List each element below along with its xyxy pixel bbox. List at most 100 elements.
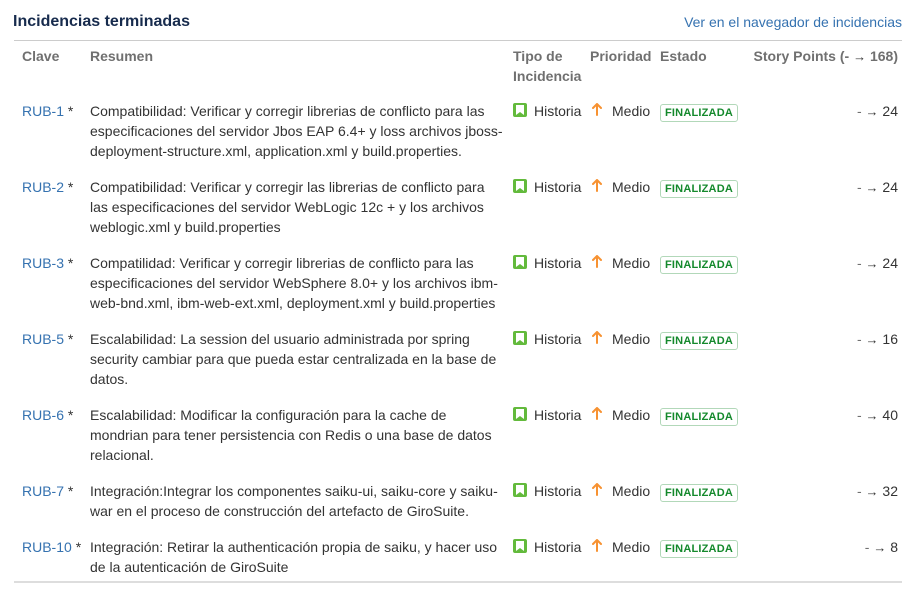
priority-cell: Medio [590,161,660,237]
table-row: RUB-10 * Integración: Retirar la authent… [14,521,902,577]
panel-title: Incidencias terminadas [13,13,190,30]
changed-marker: * [67,179,74,195]
story-bookmark-icon [513,103,527,117]
status-badge: FINALIZADA [660,104,738,122]
status-badge: FINALIZADA [660,180,738,198]
story-points-arrow: → [865,180,879,195]
story-points-arrow: → [865,256,879,271]
story-points-to: 40 [882,407,898,423]
type-cell: Historia [513,237,590,313]
summary-cell: Escalabilidad: Modificar la configuració… [90,407,492,463]
status-cell: FINALIZADA [660,521,751,577]
issue-key-link[interactable]: RUB-1 [22,103,64,119]
priority-label: Medio [612,103,651,119]
summary-cell: Integración: Retirar la authenticación p… [90,539,498,575]
column-header-key[interactable]: Clave [14,41,90,90]
table-row: RUB-7 * Integración:Integrar los compone… [14,465,902,521]
key-cell: RUB-6 * [14,389,90,465]
issue-type-label: Historia [534,255,582,271]
changed-marker: * [67,331,74,347]
priority-medium-arrow-up-icon [592,101,604,121]
priority-cell: Medio [590,237,660,313]
story-points-close-paren: ) [893,48,898,64]
priority-medium-arrow-up-icon [592,481,604,501]
priority-medium-arrow-up-icon [592,405,604,425]
summary-cell: Escalabilidad: La session del usuario ad… [90,331,497,387]
story-points-cell: - → 16 [751,313,902,389]
priority-cell: Medio [590,465,660,521]
status-cell: FINALIZADA [660,161,751,237]
story-bookmark-icon [513,539,527,553]
status-badge: FINALIZADA [660,484,738,502]
key-cell: RUB-5 * [14,313,90,389]
story-bookmark-icon [513,255,527,269]
story-points-to: 16 [882,331,898,347]
key-cell: RUB-1 * [14,90,90,161]
status-cell: FINALIZADA [660,237,751,313]
status-badge: FINALIZADA [660,332,738,350]
changed-marker: * [75,539,82,555]
issue-key-link[interactable]: RUB-2 [22,179,64,195]
type-cell: Historia [513,161,590,237]
table-row: RUB-5 * Escalabilidad: La session del us… [14,313,902,389]
story-points-from: - [856,331,862,347]
status-badge: FINALIZADA [660,540,738,558]
story-bookmark-icon [513,483,527,497]
issue-type-label: Historia [534,539,582,555]
story-points-from: - [856,179,862,195]
issue-key-link[interactable]: RUB-6 [22,407,64,423]
summary-cell: Compatibilidad: Verificar y corregir lib… [90,103,503,159]
table-bottom-divider [14,581,902,583]
panel-header: Incidencias terminadas Ver en el navegad… [13,12,902,40]
priority-label: Medio [612,255,651,271]
story-bookmark-icon [513,331,527,345]
issue-key-link[interactable]: RUB-3 [22,255,64,271]
issue-key-link[interactable]: RUB-5 [22,331,64,347]
status-cell: FINALIZADA [660,90,751,161]
story-points-cell: - → 8 [751,521,902,577]
issues-table: Clave Resumen Tipo de Incidencia Priorid… [14,41,902,577]
table-row: RUB-2 * Compatibilidad: Verificar y corr… [14,161,902,237]
issue-type-label: Historia [534,483,582,499]
column-header-story-points[interactable]: Story Points (- → 168) [751,41,902,90]
story-points-to: 24 [882,103,898,119]
story-points-arrow: → [873,540,887,555]
priority-medium-arrow-up-icon [592,177,604,197]
story-points-from: - [864,539,870,555]
story-points-cell: - → 24 [751,237,902,313]
priority-label: Medio [612,407,651,423]
column-header-status[interactable]: Estado [660,41,751,90]
column-header-priority[interactable]: Prioridad [590,41,660,90]
story-points-cell: - → 32 [751,465,902,521]
column-header-type[interactable]: Tipo de Incidencia [513,41,590,90]
issue-key-link[interactable]: RUB-10 [22,539,72,555]
key-cell: RUB-7 * [14,465,90,521]
story-points-to: 8 [890,539,898,555]
priority-label: Medio [612,331,651,347]
story-points-arrow: → [865,408,879,423]
priority-label: Medio [612,539,651,555]
story-bookmark-icon [513,179,527,193]
story-points-to: 32 [882,483,898,499]
column-header-summary[interactable]: Resumen [90,41,513,90]
view-in-issue-navigator-link[interactable]: Ver en el navegador de incidencias [684,14,902,30]
priority-label: Medio [612,179,651,195]
status-cell: FINALIZADA [660,313,751,389]
issue-key-link[interactable]: RUB-7 [22,483,64,499]
summary-cell: Compatilidad: Verificar y corregir libre… [90,255,498,311]
story-points-cell: - → 24 [751,90,902,161]
table-header-row: Clave Resumen Tipo de Incidencia Priorid… [14,41,902,90]
changed-marker: * [67,407,74,423]
priority-medium-arrow-up-icon [592,537,604,557]
story-points-cell: - → 40 [751,389,902,465]
type-cell: Historia [513,521,590,577]
story-points-label: Story Points ( [753,48,845,64]
table-row: RUB-6 * Escalabilidad: Modificar la conf… [14,389,902,465]
story-points-arrow: → [865,484,879,499]
status-badge: FINALIZADA [660,408,738,426]
table-row: RUB-1 * Compatibilidad: Verificar y corr… [14,90,902,161]
story-points-to: 24 [882,179,898,195]
type-cell: Historia [513,389,590,465]
priority-cell: Medio [590,521,660,577]
type-cell: Historia [513,465,590,521]
